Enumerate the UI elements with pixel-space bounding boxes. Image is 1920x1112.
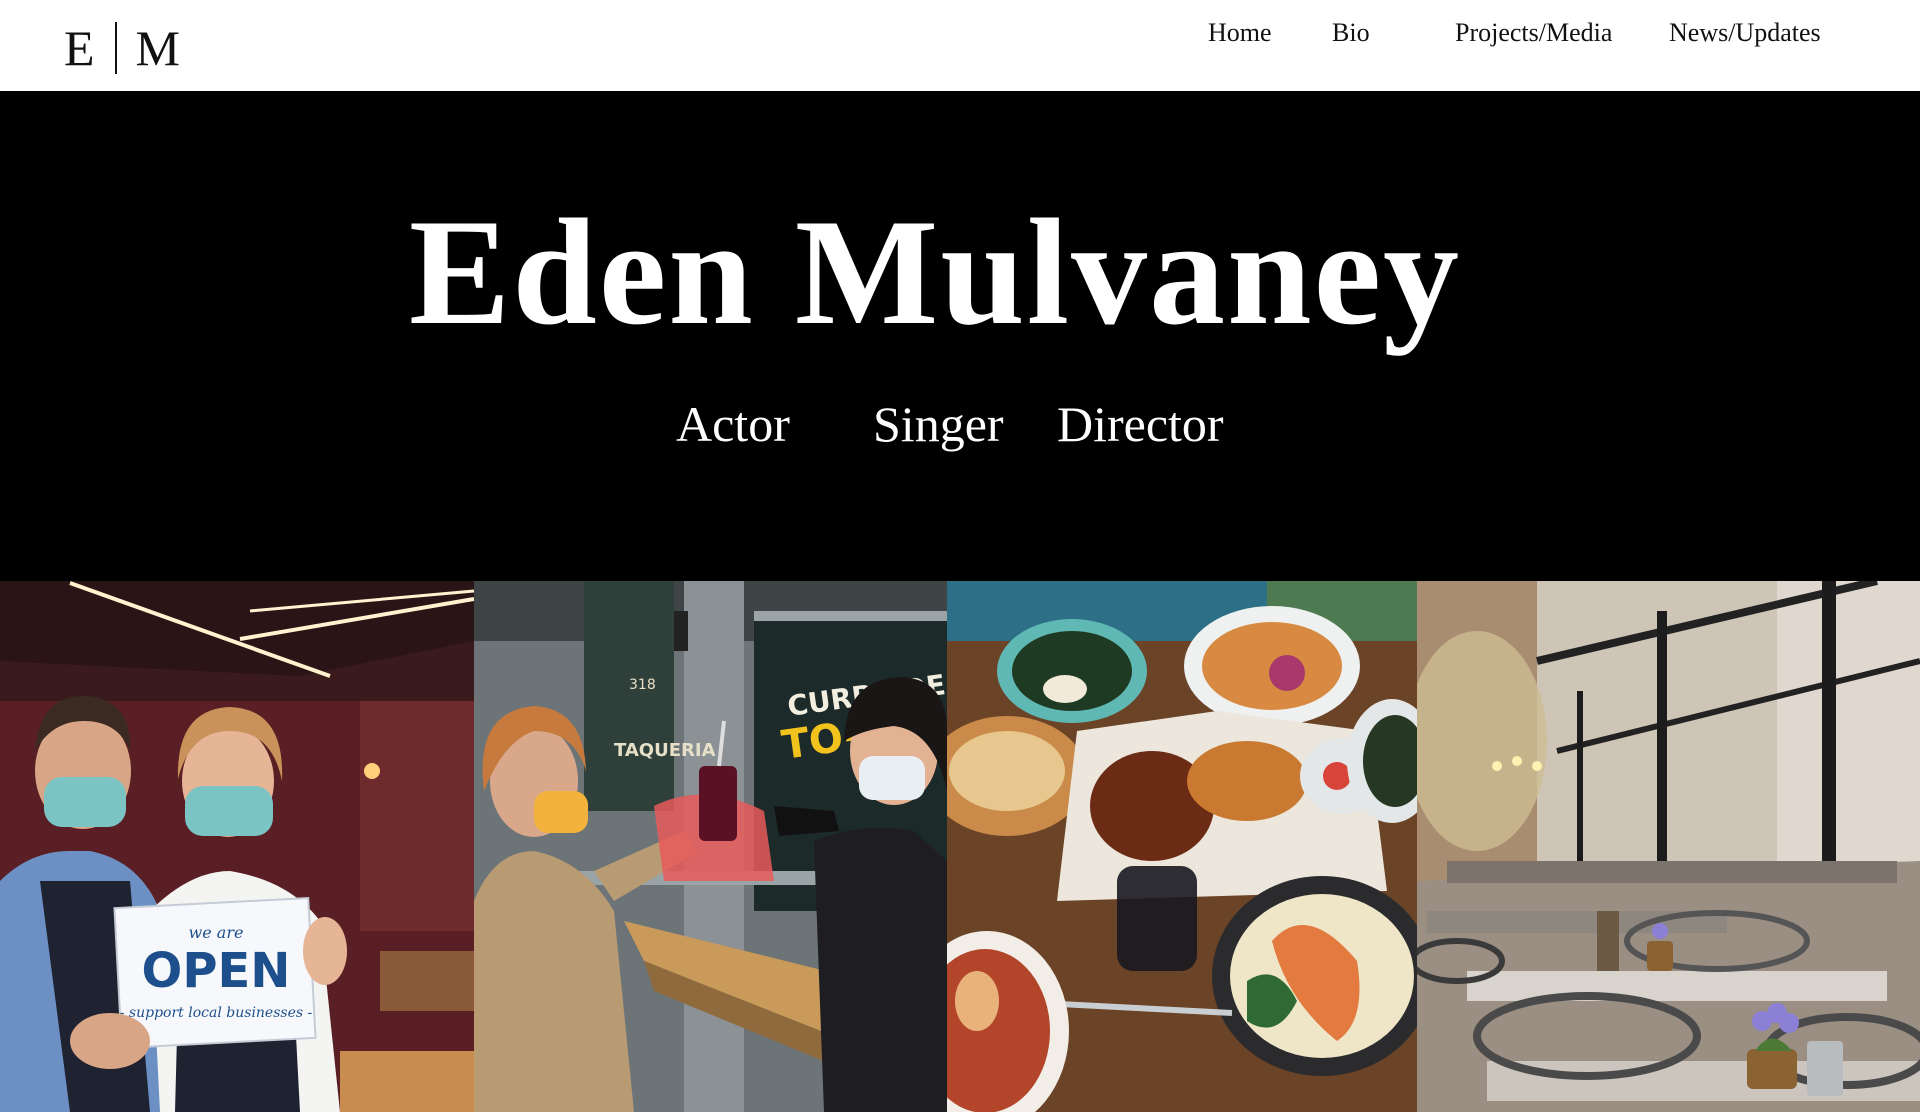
nav-bio[interactable]: Bio xyxy=(1332,18,1370,48)
sign-open: OPEN xyxy=(142,943,291,999)
nav-news-updates[interactable]: News/Updates xyxy=(1669,18,1821,48)
main-nav: Home Bio Projects/Media News/Updates xyxy=(0,0,1920,91)
photo-curbside-pickup: CURBSIDE PICKUP TO-GO TAQUERIA 318 xyxy=(474,581,947,1112)
sign-we-are: we are xyxy=(189,923,244,942)
address-number: 318 xyxy=(629,677,656,693)
site-header: E M Home Bio Projects/Media News/Updates xyxy=(0,0,1920,91)
sign-support-local: - support local businesses - xyxy=(120,1005,313,1021)
photo-gallery: we are OPEN - support local businesses -… xyxy=(0,581,1920,1112)
hero-name: Eden Mulvaney xyxy=(408,188,1462,356)
nav-projects-media[interactable]: Projects/Media xyxy=(1455,18,1612,48)
taqueria-text: TAQUERIA xyxy=(614,740,716,761)
nav-home[interactable]: Home xyxy=(1208,18,1272,48)
photo-outdoor-patio xyxy=(1417,581,1920,1112)
role-director: Director xyxy=(1057,396,1224,452)
photo-open-sign: we are OPEN - support local businesses - xyxy=(0,581,474,1112)
hero-banner: Eden Mulvaney Actor Singer Director xyxy=(0,91,1920,581)
role-actor: Actor xyxy=(676,396,790,452)
hero-roles: Actor Singer Director xyxy=(0,399,1920,459)
photo-food-spread xyxy=(947,581,1417,1112)
role-singer: Singer xyxy=(873,396,1004,452)
